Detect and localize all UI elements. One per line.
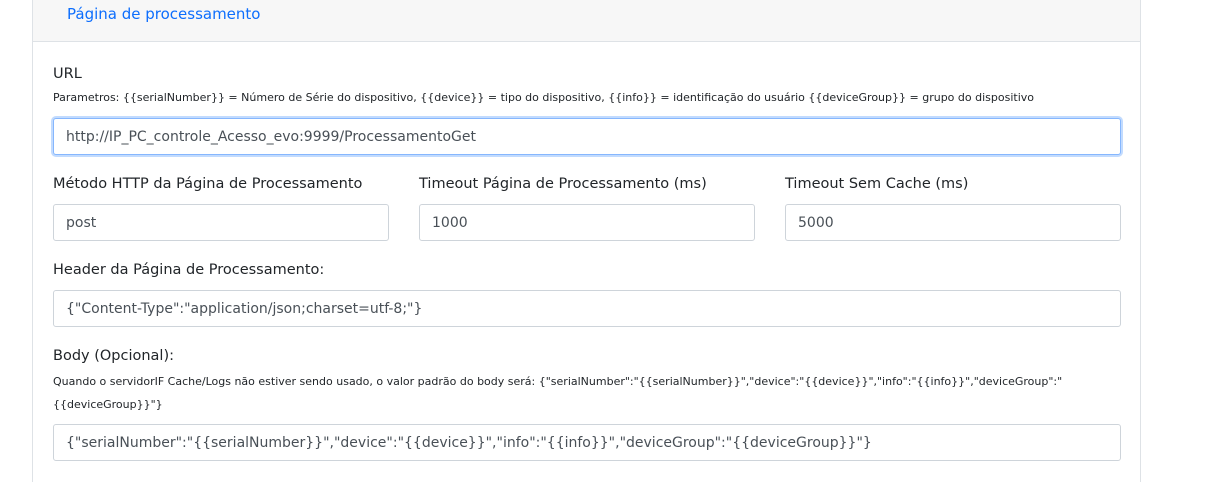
body-help-text-line1: Quando o servidorIF Cache/Logs não estiv…: [53, 375, 1063, 388]
body-help-text-line2: {{deviceGroup}}"}: [53, 398, 163, 411]
url-label: URL: [53, 66, 82, 82]
tab-processing-page[interactable]: Página de processamento: [67, 2, 260, 26]
url-help-text: Parametros: {{serialNumber}} = Número de…: [53, 91, 1034, 104]
header-field-input[interactable]: [53, 290, 1121, 327]
timeout-no-cache-input[interactable]: [785, 204, 1121, 241]
card-header: Página de processamento: [33, 0, 1140, 42]
http-method-input[interactable]: [53, 204, 389, 241]
url-input[interactable]: [53, 118, 1121, 155]
timeout-no-cache-label: Timeout Sem Cache (ms): [785, 176, 969, 192]
body-field-label: Body (Opcional):: [53, 348, 175, 364]
timeout-input[interactable]: [419, 204, 755, 241]
http-method-label: Método HTTP da Página de Processamento: [53, 176, 363, 192]
timeout-label: Timeout Página de Processamento (ms): [419, 176, 707, 192]
processing-page-card: Página de processamento URL Parametros: …: [32, 0, 1141, 482]
body-field-input[interactable]: [53, 424, 1121, 461]
header-field-label: Header da Página de Processamento:: [53, 262, 325, 278]
